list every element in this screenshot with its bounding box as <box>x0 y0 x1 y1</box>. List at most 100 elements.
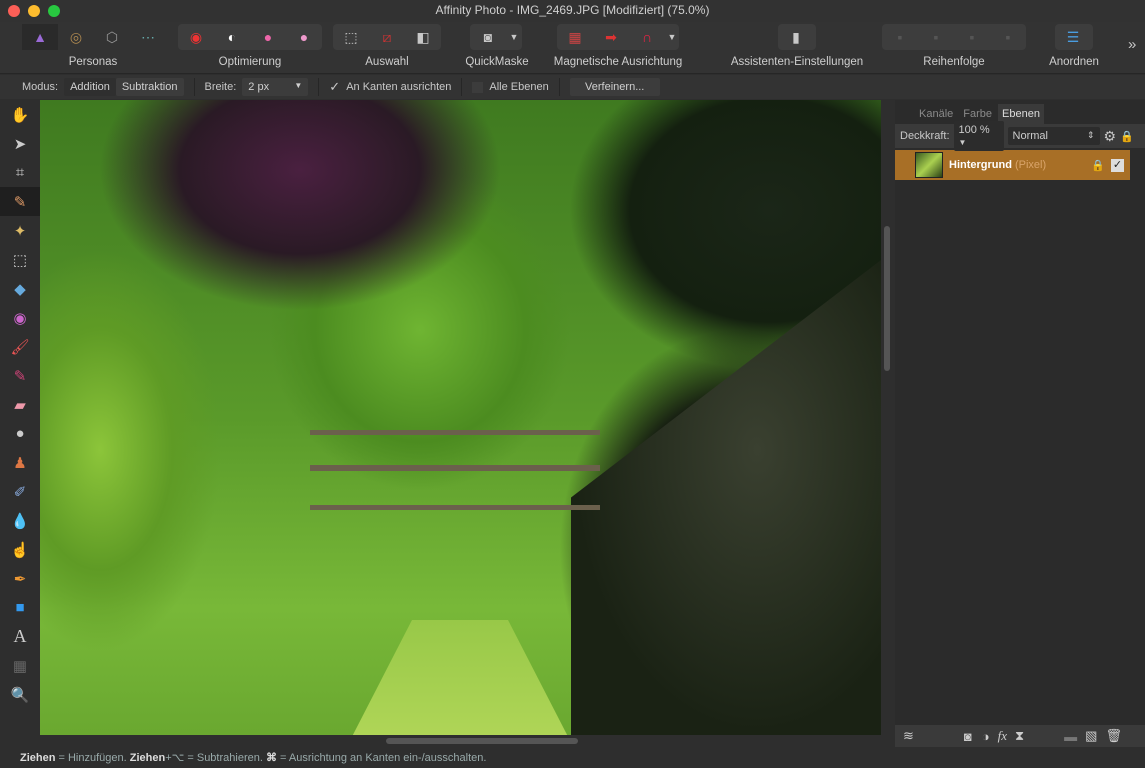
liquify-persona-icon[interactable]: ◎ <box>58 24 94 50</box>
deselect-icon[interactable]: ⧄ <box>369 24 405 50</box>
trash-icon[interactable]: 🗑 <box>1105 728 1122 744</box>
optimierung-group: ◉ ◐ ● ● <box>178 24 322 50</box>
quick-mask-icon[interactable]: ◙ <box>470 24 506 50</box>
hand-tool-icon[interactable]: ✋ <box>0 100 40 129</box>
move-to-front-icon[interactable]: ▪ <box>990 24 1026 50</box>
move-back-icon[interactable]: ▪ <box>918 24 954 50</box>
snapping-move-icon[interactable]: ➡ <box>593 24 629 50</box>
status-add: = Hinzufügen. <box>55 752 130 764</box>
auto-white-balance-icon[interactable]: ● <box>286 24 322 50</box>
status-cmd: ⌘ <box>265 752 277 764</box>
toolbar: ▲ ◎ ⬡ ⋯ Personas ◉ ◐ ● ● Optimierung ⬚ ⧄… <box>0 22 1145 74</box>
layer-row[interactable]: Hintergrund (Pixel) 🔒 ✓ <box>895 150 1130 180</box>
folder-icon[interactable]: ▬ <box>1064 729 1077 744</box>
zoom-tool-icon[interactable]: 🔍 <box>0 680 40 709</box>
tab-ebenen[interactable]: Ebenen <box>998 104 1044 124</box>
assistant-group: ▮ <box>778 24 816 50</box>
mesh-warp-tool-icon[interactable]: ▦ <box>0 651 40 680</box>
status-drag2: Ziehen <box>129 752 166 764</box>
adjustment-layer-icon[interactable]: ◑ <box>982 729 990 744</box>
live-filter-icon[interactable]: ⧗ <box>1015 728 1024 744</box>
align-left-icon[interactable]: ☰ <box>1055 24 1091 50</box>
layer-visibility-checkbox[interactable]: ✓ <box>1111 158 1124 172</box>
crop-tool-icon[interactable]: ⌗ <box>0 158 40 187</box>
vertical-scrollbar[interactable] <box>884 226 890 371</box>
selection-brush-tool-icon[interactable]: ✎ <box>0 187 40 216</box>
title-bar: Affinity Photo - IMG_2469.JPG [Modifizie… <box>0 0 1145 22</box>
refine-button[interactable]: Verfeinern... <box>569 78 660 96</box>
close-window-button[interactable] <box>8 5 20 17</box>
fx-icon[interactable]: fx <box>998 728 1007 744</box>
shape-tool-icon[interactable]: ■ <box>0 593 40 622</box>
marquee-tool-icon[interactable]: ⬚ <box>0 245 40 274</box>
snapping-grid-icon[interactable]: ▦ <box>557 24 593 50</box>
toolbar-overflow-button[interactable]: » <box>1128 36 1136 53</box>
move-forward-icon[interactable]: ▪ <box>954 24 990 50</box>
all-layers-label: Alle Ebenen <box>489 81 549 93</box>
mode-addition-button[interactable]: Addition <box>64 78 116 96</box>
divider <box>193 78 195 96</box>
zoom-window-button[interactable] <box>48 5 60 17</box>
width-dropdown[interactable]: 2 px ▼ <box>242 78 309 96</box>
layer-thumbnail <box>915 152 943 178</box>
hedge-image-region <box>571 260 881 735</box>
develop-persona-icon[interactable]: ⬡ <box>94 24 130 50</box>
personas-group: ▲ ◎ ⬡ ⋯ <box>22 24 170 50</box>
layers-panel-footer: ≋ ◙ ◑ fx ⧗ ▬ ▧ 🗑 <box>895 725 1145 747</box>
status-bar: Ziehen = Hinzufügen. Ziehen+⌥ = Subtrahi… <box>20 751 486 764</box>
clone-tool-icon[interactable]: ♟ <box>0 448 40 477</box>
layer-lock-icon[interactable]: 🔒 <box>1091 159 1105 172</box>
group-label-personas: Personas <box>68 56 118 68</box>
add-pixel-layer-icon[interactable]: ▧ <box>1085 728 1097 744</box>
lock-icon[interactable]: 🔒 <box>1120 130 1134 143</box>
flood-select-tool-icon[interactable]: ✦ <box>0 216 40 245</box>
snap-edges-checkbox[interactable]: ✓ <box>329 79 340 95</box>
pen-tool-icon[interactable]: ✒ <box>0 564 40 593</box>
text-tool-icon[interactable]: A <box>0 622 40 651</box>
auto-colors-icon[interactable]: ● <box>250 24 286 50</box>
status-drag: Ziehen <box>20 752 56 764</box>
status-rest: = Ausrichtung an Kanten ein-/ausschalten… <box>276 752 487 764</box>
dodge-tool-icon[interactable]: ● <box>0 419 40 448</box>
color-replacement-tool-icon[interactable]: ✎ <box>0 361 40 390</box>
export-persona-icon[interactable]: ⋯ <box>130 24 166 50</box>
document-canvas[interactable] <box>40 100 881 735</box>
auswahl-group: ⬚ ⧄ ◧ <box>333 24 441 50</box>
chevron-down-icon[interactable]: ▼ <box>665 24 679 50</box>
reihenfolge-group: ▪ ▪ ▪ ▪ <box>882 24 1026 50</box>
layers-icon[interactable]: ≋ <box>903 728 914 744</box>
context-toolbar: Modus: Addition Subtraktion Breite: 2 px… <box>0 75 1145 99</box>
tab-kanaele[interactable]: Kanäle <box>915 104 957 124</box>
blend-mode-dropdown[interactable]: Normal ⇕ <box>1007 127 1100 145</box>
smudge-tool-icon[interactable]: ☝ <box>0 535 40 564</box>
invert-selection-icon[interactable]: ◧ <box>405 24 441 50</box>
horizontal-scrollbar[interactable] <box>386 738 578 744</box>
opacity-value: 100 % <box>958 124 990 136</box>
assistant-icon[interactable]: ▮ <box>778 24 814 50</box>
move-tool-icon[interactable]: ➤ <box>0 129 40 158</box>
flood-fill-tool-icon[interactable]: ◆ <box>0 274 40 303</box>
divider <box>318 78 320 96</box>
minimize-window-button[interactable] <box>28 5 40 17</box>
chevron-down-icon[interactable]: ▼ <box>506 24 522 50</box>
tools-panel: ✋ ➤ ⌗ ✎ ✦ ⬚ ◆ ◉ 🖌 ✎ ▰ ● ♟ ✐ 💧 ☝ ✒ ■ A ▦ … <box>0 100 40 745</box>
auto-contrast-icon[interactable]: ◐ <box>214 24 250 50</box>
auto-levels-icon[interactable]: ◉ <box>178 24 214 50</box>
all-layers-checkbox[interactable] <box>472 81 484 93</box>
opacity-label: Deckkraft: <box>900 130 950 142</box>
photo-persona-icon[interactable]: ▲ <box>22 24 58 50</box>
move-to-back-icon[interactable]: ▪ <box>882 24 918 50</box>
mode-subtraction-button[interactable]: Subtraktion <box>115 78 184 96</box>
mask-layer-icon[interactable]: ◙ <box>964 729 972 744</box>
magnet-icon[interactable]: ∩ <box>629 24 665 50</box>
stepper-icon: ⇕ <box>1086 130 1095 140</box>
inpainting-tool-icon[interactable]: ✐ <box>0 477 40 506</box>
paint-brush-tool-icon[interactable]: 🖌 <box>0 332 40 361</box>
group-label-magnetische-ausrichtung: Magnetische Ausrichtung <box>553 56 683 68</box>
gear-icon[interactable]: ⚙ <box>1104 128 1117 145</box>
opacity-dropdown[interactable]: 100 % ▼ <box>953 121 1004 151</box>
erase-tool-icon[interactable]: ▰ <box>0 390 40 419</box>
color-picker-tool-icon[interactable]: ◉ <box>0 303 40 332</box>
select-all-icon[interactable]: ⬚ <box>333 24 369 50</box>
blur-tool-icon[interactable]: 💧 <box>0 506 40 535</box>
